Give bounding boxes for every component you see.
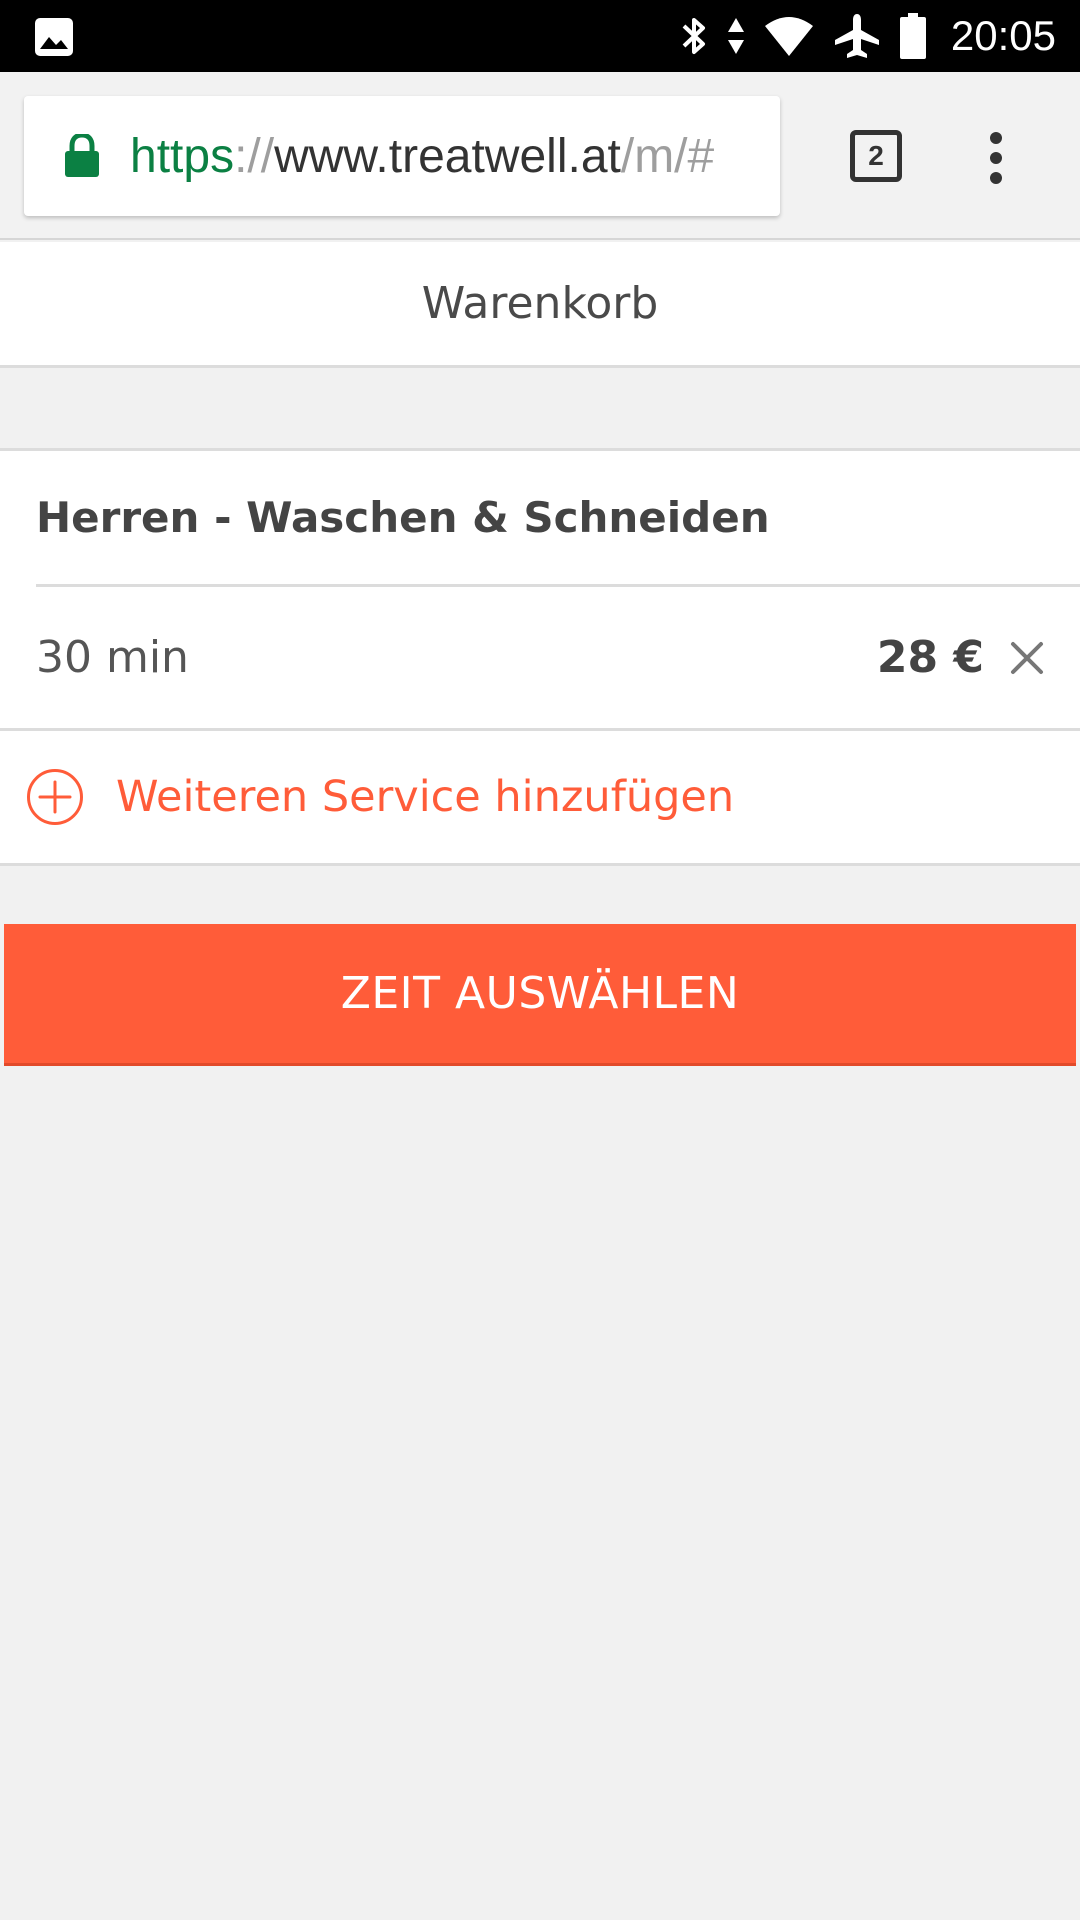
add-circle-icon (27, 769, 83, 825)
lock-icon (65, 134, 99, 177)
close-icon[interactable] (1010, 641, 1044, 675)
add-service-button[interactable]: Weiteren Service hinzufügen (0, 731, 1080, 863)
battery-icon (899, 13, 926, 59)
cart-card: Herren - Waschen & Schneiden 30 min 28 €… (0, 448, 1080, 866)
tab-switcher-button[interactable]: 2 (850, 130, 902, 182)
page-header: Warenkorb (0, 242, 1080, 368)
bluetooth-icon (682, 18, 705, 54)
service-price: 28 € (876, 632, 984, 683)
status-icons: 20:05 (679, 0, 1056, 72)
service-row: 30 min 28 € (0, 587, 1080, 731)
url-text: https://www.treatwell.at/m/# (130, 129, 714, 184)
airplane-icon (834, 14, 879, 58)
url-host: www.treatwell.at (274, 129, 621, 183)
overflow-menu-icon[interactable] (982, 130, 1010, 186)
add-service-label: Weiteren Service hinzufügen (116, 772, 735, 822)
data-arrows-icon (727, 18, 744, 54)
select-time-button[interactable]: ZEIT AUSWÄHLEN (4, 924, 1076, 1066)
image-icon (35, 18, 73, 56)
page-title: Warenkorb (421, 278, 659, 329)
service-name: Herren - Waschen & Schneiden (36, 451, 1080, 587)
url-scheme: https (130, 129, 235, 183)
wifi-icon (764, 17, 813, 56)
status-bar: 20:05 (0, 0, 1080, 72)
url-separator: :// (234, 129, 275, 183)
url-path: /m/# (620, 129, 715, 183)
status-time: 20:05 (950, 12, 1056, 59)
browser-toolbar: https://www.treatwell.at/m/# 2 (0, 72, 1080, 240)
url-bar[interactable]: https://www.treatwell.at/m/# (24, 96, 780, 216)
service-duration: 30 min (36, 632, 189, 683)
